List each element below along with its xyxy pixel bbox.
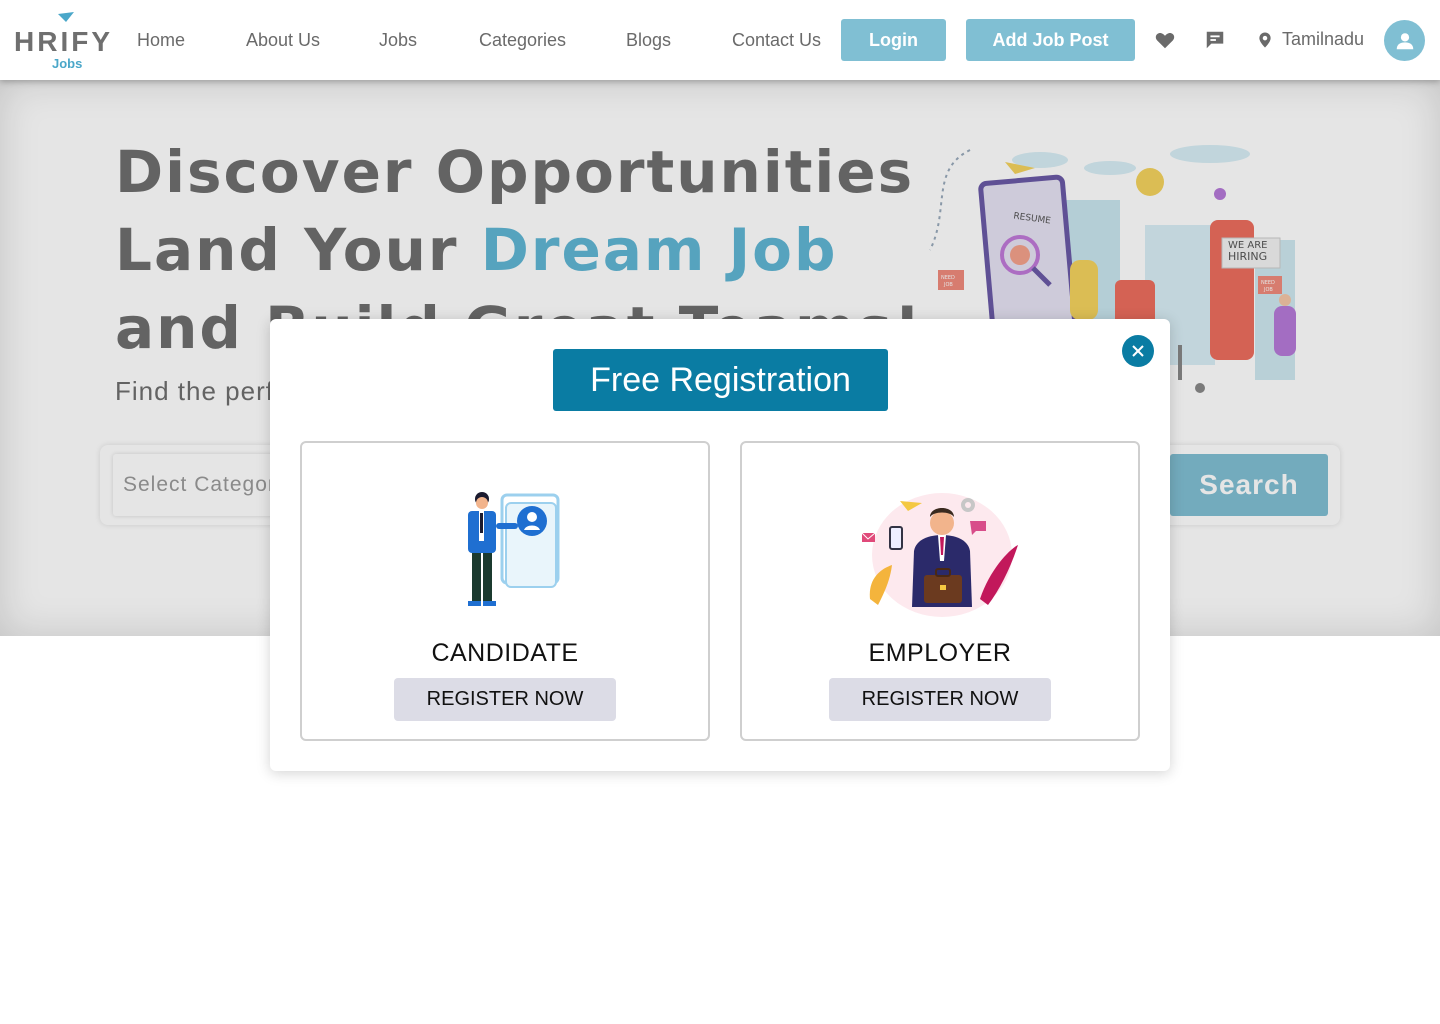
map-pin-icon <box>1259 32 1271 47</box>
nav-home[interactable]: Home <box>137 30 185 51</box>
location-selector[interactable]: Tamilnadu <box>1256 29 1364 50</box>
top-header: HRIFY Jobs Home About Us Jobs Categories… <box>0 0 1440 80</box>
brand-sub: Jobs <box>52 56 83 71</box>
add-job-post-button[interactable]: Add Job Post <box>966 19 1135 61</box>
paper-plane-icon <box>58 12 74 22</box>
candidate-label: CANDIDATE <box>431 639 579 667</box>
nav-contact-us[interactable]: Contact Us <box>732 30 821 51</box>
heart-icon[interactable] <box>1154 29 1176 51</box>
registration-modal: Free Registration CANDIDATE REGISTER NOW <box>270 319 1170 771</box>
modal-title: Free Registration <box>553 349 888 411</box>
employer-illustration <box>861 493 1018 617</box>
login-button[interactable]: Login <box>841 19 946 61</box>
nav-categories[interactable]: Categories <box>479 30 566 51</box>
profile-avatar[interactable] <box>1384 20 1425 61</box>
chat-icon[interactable] <box>1204 29 1226 51</box>
modal-close-button[interactable] <box>1122 335 1154 367</box>
employer-label: EMPLOYER <box>868 639 1012 667</box>
location-label: Tamilnadu <box>1282 29 1365 49</box>
candidate-register-button[interactable]: REGISTER NOW <box>394 678 616 721</box>
brand-name: HRIFY <box>14 26 113 57</box>
nav-about-us[interactable]: About Us <box>246 30 320 51</box>
nav-blogs[interactable]: Blogs <box>626 30 671 51</box>
candidate-illustration <box>468 492 560 606</box>
employer-card[interactable]: EMPLOYER REGISTER NOW <box>740 441 1140 741</box>
employer-register-button[interactable]: REGISTER NOW <box>829 678 1051 721</box>
close-icon <box>1132 345 1144 357</box>
nav-jobs[interactable]: Jobs <box>379 30 417 51</box>
brand-logo[interactable]: HRIFY Jobs <box>12 12 122 72</box>
candidate-card[interactable]: CANDIDATE REGISTER NOW <box>300 441 710 741</box>
user-icon <box>1396 32 1413 49</box>
